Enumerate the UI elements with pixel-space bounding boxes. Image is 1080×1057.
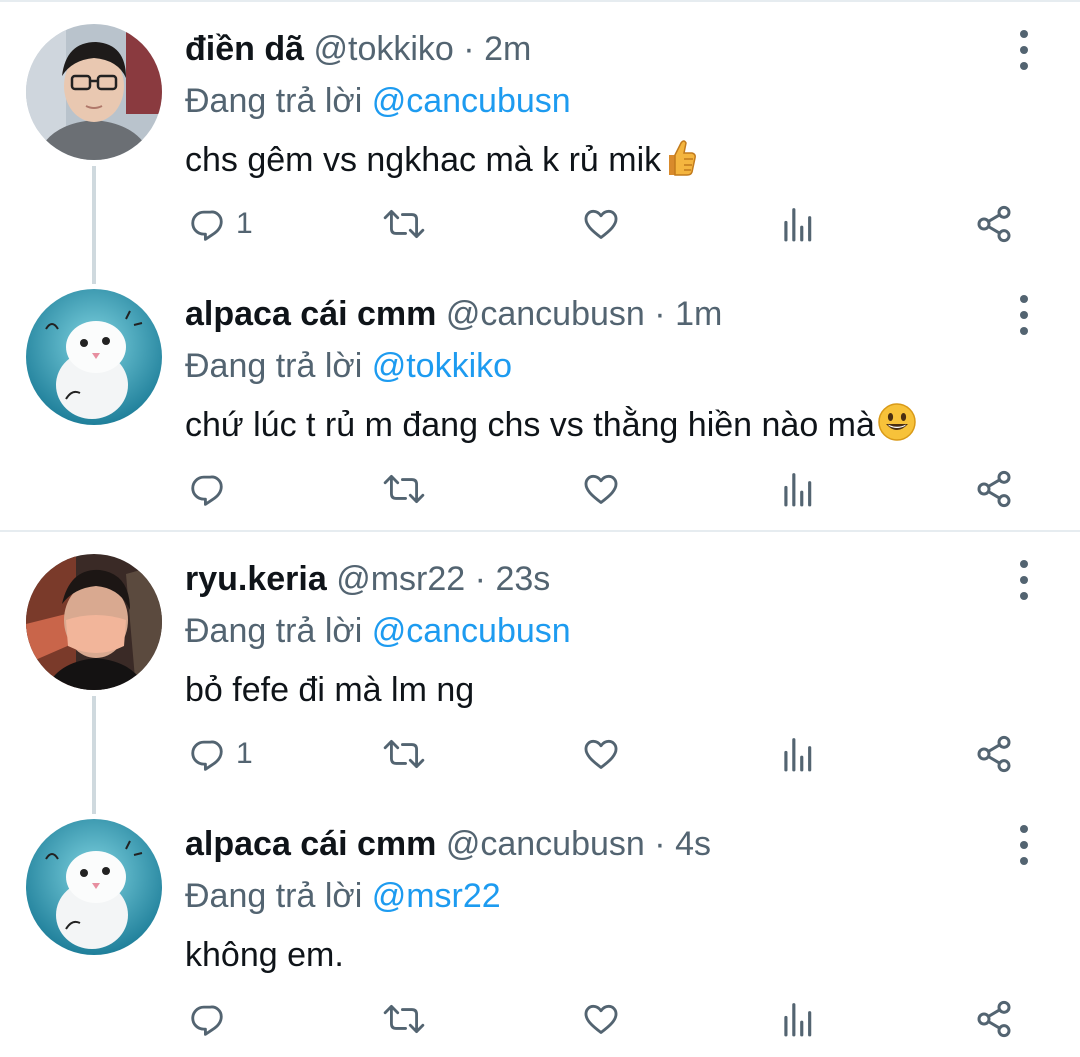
tweet-actions: 1 xyxy=(0,194,1080,254)
reply-mention-link[interactable]: @cancubusn xyxy=(372,612,571,650)
replying-to-label: Đang trả lời xyxy=(185,877,363,915)
replying-to: Đang trả lời @msr22 xyxy=(185,871,501,921)
retweet-button[interactable] xyxy=(382,724,426,784)
header-separator: · xyxy=(463,30,475,68)
like-button[interactable] xyxy=(582,459,620,519)
heart-icon xyxy=(584,739,618,769)
like-button[interactable] xyxy=(582,724,620,784)
tweet-actions: 1 xyxy=(0,724,1080,784)
retweet-button[interactable] xyxy=(382,459,426,519)
retweet-button[interactable] xyxy=(382,194,426,254)
replying-to-label: Đang trả lời xyxy=(185,612,363,650)
heart-icon xyxy=(584,1004,618,1034)
reply-icon xyxy=(191,1005,223,1036)
tweet-text-content: chứ lúc t rủ m đang chs vs thằng hiền nà… xyxy=(185,406,875,444)
retweet-icon xyxy=(383,740,425,768)
avatar[interactable] xyxy=(26,819,162,955)
avatar[interactable] xyxy=(26,24,162,160)
tweet-text: chs gêm vs ngkhac mà k rủ mik xyxy=(185,134,697,192)
reply-icon xyxy=(191,740,223,771)
avatar[interactable] xyxy=(26,554,162,690)
reply-button[interactable]: 1 xyxy=(188,194,253,254)
retweet-button[interactable] xyxy=(382,989,426,1049)
share-button[interactable] xyxy=(974,194,1014,254)
reply-mention-link[interactable]: @cancubusn xyxy=(372,82,571,120)
retweet-icon xyxy=(383,210,425,238)
user-handle[interactable]: @msr22 xyxy=(336,560,465,598)
replying-to: Đang trả lời @tokkiko xyxy=(185,341,512,391)
replying-to-label: Đang trả lời xyxy=(185,347,363,385)
analytics-button[interactable] xyxy=(780,724,814,784)
retweet-icon xyxy=(383,475,425,503)
replying-to-label: Đang trả lời xyxy=(185,82,363,120)
heart-icon xyxy=(584,209,618,239)
header-separator: · xyxy=(654,825,666,863)
reply-button[interactable] xyxy=(188,989,236,1049)
reply-mention-link[interactable]: @tokkiko xyxy=(372,347,512,385)
retweet-icon xyxy=(383,1005,425,1033)
top-divider xyxy=(0,0,1080,2)
tweet-header: điền dã @tokkiko · 2m xyxy=(185,24,531,74)
timestamp[interactable]: 23s xyxy=(495,560,550,598)
tweet-text-content: bỏ fefe đi mà lm ng xyxy=(185,671,475,709)
timestamp[interactable]: 1m xyxy=(675,295,722,333)
like-button[interactable] xyxy=(582,194,620,254)
reply-icon xyxy=(191,475,223,506)
replying-to: Đang trả lời @cancubusn xyxy=(185,76,571,126)
share-icon xyxy=(977,735,1011,773)
reply-button[interactable] xyxy=(188,459,236,519)
share-button[interactable] xyxy=(974,724,1014,784)
reply-count: 1 xyxy=(236,207,253,240)
user-handle[interactable]: @cancubusn xyxy=(446,825,645,863)
heart-icon xyxy=(584,474,618,504)
tweet-header: alpaca cái cmm @cancubusn · 4s xyxy=(185,819,711,869)
tweet-actions xyxy=(0,989,1080,1049)
display-name[interactable]: ryu.keria xyxy=(185,560,327,598)
like-button[interactable] xyxy=(582,989,620,1049)
share-button[interactable] xyxy=(974,459,1014,519)
tweet-actions xyxy=(0,459,1080,519)
thumbs-up-emoji-icon xyxy=(663,137,697,192)
reply-icon xyxy=(191,210,223,241)
analytics-icon xyxy=(784,738,812,772)
analytics-button[interactable] xyxy=(780,459,814,519)
analytics-button[interactable] xyxy=(780,989,814,1049)
display-name[interactable]: alpaca cái cmm xyxy=(185,295,436,333)
tweet-text-content: chs gêm vs ngkhac mà k rủ mik xyxy=(185,141,662,179)
analytics-icon xyxy=(784,208,812,242)
tweet-text: chứ lúc t rủ m đang chs vs thằng hiền nà… xyxy=(185,399,917,457)
tweet-header: ryu.keria @msr22 · 23s xyxy=(185,554,550,604)
more-options-icon[interactable] xyxy=(1012,823,1036,867)
tweet-text: không em. xyxy=(185,929,344,981)
display-name[interactable]: alpaca cái cmm xyxy=(185,825,436,863)
more-options-icon[interactable] xyxy=(1012,28,1036,72)
display-name[interactable]: điền dã xyxy=(185,30,304,68)
header-separator: · xyxy=(654,295,666,333)
more-options-icon[interactable] xyxy=(1012,558,1036,602)
analytics-icon xyxy=(784,1003,812,1037)
share-icon xyxy=(977,205,1011,243)
tweet-text: bỏ fefe đi mà lm ng xyxy=(185,664,474,716)
header-separator: · xyxy=(474,560,486,598)
timestamp[interactable]: 4s xyxy=(675,825,711,863)
user-handle[interactable]: @cancubusn xyxy=(446,295,645,333)
share-button[interactable] xyxy=(974,989,1014,1049)
grinning-face-emoji-icon xyxy=(877,402,917,457)
replying-to: Đang trả lời @cancubusn xyxy=(185,606,571,656)
share-icon xyxy=(977,1000,1011,1038)
reply-count: 1 xyxy=(236,737,253,770)
analytics-icon xyxy=(784,473,812,507)
thread-divider xyxy=(0,530,1080,532)
analytics-button[interactable] xyxy=(780,194,814,254)
user-handle[interactable]: @tokkiko xyxy=(313,30,453,68)
more-options-icon[interactable] xyxy=(1012,293,1036,337)
timestamp[interactable]: 2m xyxy=(484,30,531,68)
tweet-text-content: không em. xyxy=(185,936,344,974)
avatar[interactable] xyxy=(26,289,162,425)
reply-button[interactable]: 1 xyxy=(188,724,253,784)
tweet-header: alpaca cái cmm @cancubusn · 1m xyxy=(185,289,722,339)
reply-mention-link[interactable]: @msr22 xyxy=(372,877,501,915)
share-icon xyxy=(977,470,1011,508)
